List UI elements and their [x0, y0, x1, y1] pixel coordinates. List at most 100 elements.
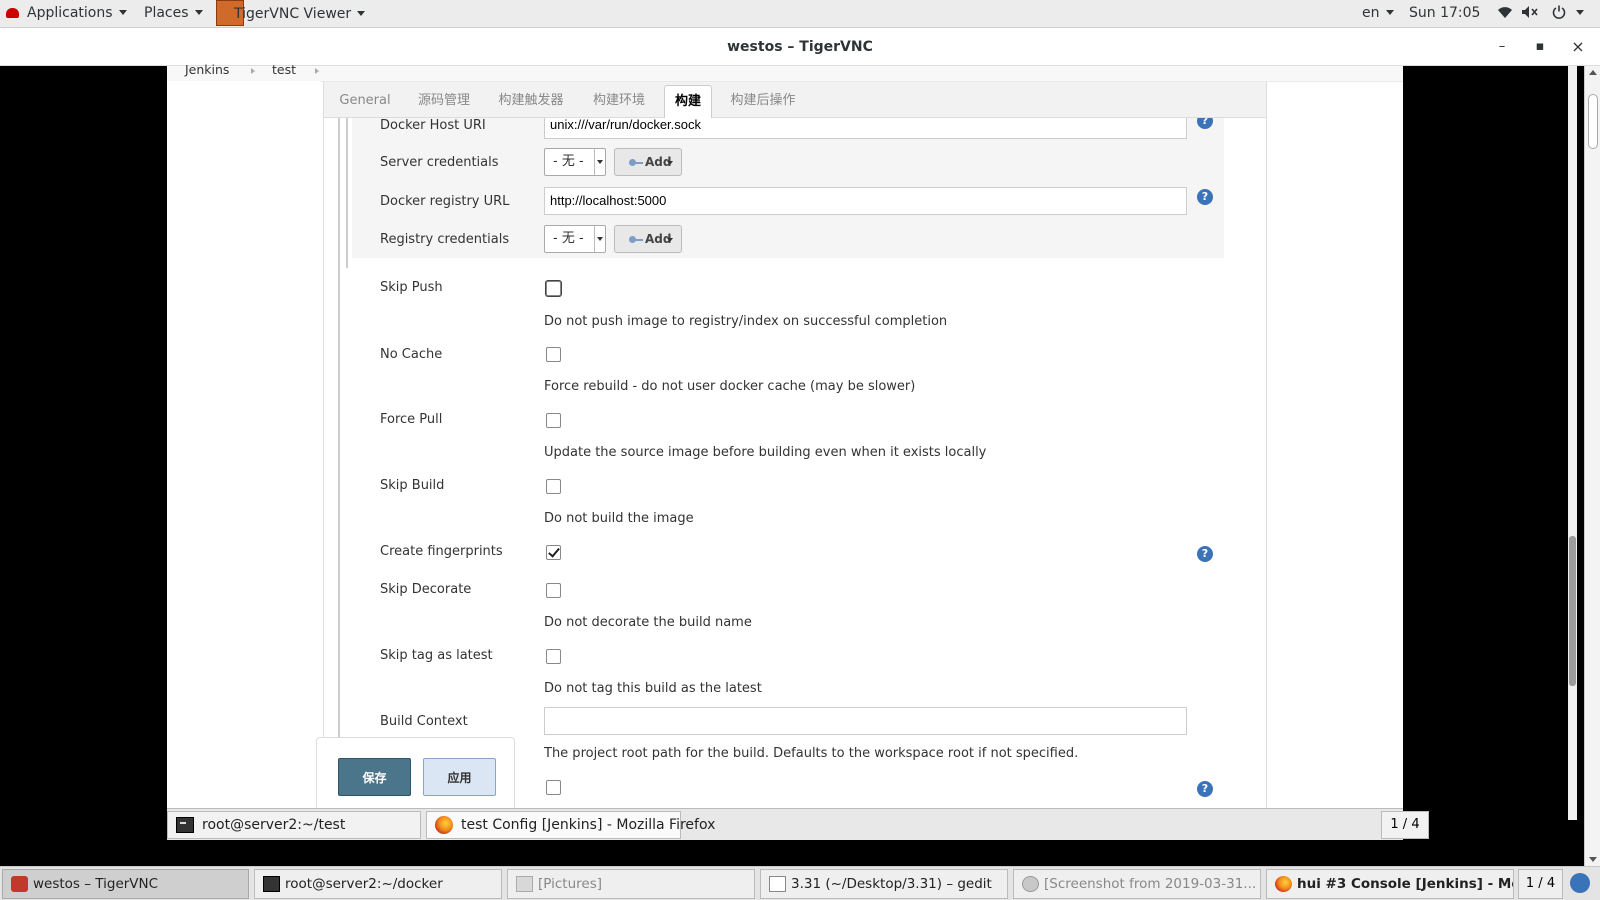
- breadcrumb-arrow-icon[interactable]: [251, 68, 255, 74]
- firefox-icon: [1275, 876, 1292, 892]
- volume-muted-icon: [1522, 6, 1539, 18]
- clock[interactable]: Sun 17:05: [1409, 0, 1480, 28]
- skip-decorate-checkbox[interactable]: [546, 583, 561, 598]
- minimize-button[interactable]: –: [1487, 28, 1517, 66]
- language-label: en: [1362, 5, 1380, 21]
- maximize-button[interactable]: ▪: [1525, 28, 1555, 66]
- apply-button[interactable]: 应用: [423, 758, 496, 796]
- breadcrumb-test[interactable]: test: [272, 62, 296, 78]
- host-task-terminal[interactable]: root@server2:~/docker: [254, 869, 502, 899]
- server-credentials-label: Server credentials: [380, 155, 499, 170]
- build-context-label: Build Context: [380, 714, 468, 729]
- host-task-screenshot[interactable]: [Screenshot from 2019-03-31...: [1013, 869, 1261, 899]
- skip-build-checkbox[interactable]: [546, 479, 561, 494]
- host-workspace-pager[interactable]: 1 / 4: [1518, 869, 1563, 899]
- save-button[interactable]: 保存: [338, 758, 411, 796]
- chevron-down-icon: [594, 226, 605, 252]
- help-icon[interactable]: ?: [1197, 189, 1213, 205]
- tab-general[interactable]: General: [330, 83, 400, 118]
- create-fingerprints-label: Create fingerprints: [380, 544, 503, 559]
- chevron-down-icon: [667, 238, 673, 242]
- terminal-icon: [176, 817, 194, 833]
- no-cache-checkbox[interactable]: [546, 347, 561, 362]
- chevron-down-icon: [194, 10, 203, 15]
- remote-desktop[interactable]: Jenkins test General 源码管理 构建触发器 构建环境 构建 …: [0, 62, 1600, 866]
- page-scrollbar[interactable]: [1568, 66, 1577, 820]
- section-border: [346, 118, 348, 268]
- docker-host-uri-label: Docker Host URI: [380, 118, 486, 133]
- breadcrumb: Jenkins test: [167, 62, 1403, 82]
- close-button[interactable]: ×: [1563, 28, 1593, 66]
- tab-source-management[interactable]: 源码管理: [408, 83, 480, 118]
- no-cache-label: No Cache: [380, 347, 443, 362]
- remote-task-terminal-label: root@server2:~/test: [202, 817, 346, 833]
- server-credentials-value: - 无 -: [553, 154, 584, 169]
- language-menu[interactable]: en: [1362, 0, 1394, 28]
- skip-tag-latest-checkbox[interactable]: [546, 649, 561, 664]
- build-step-form: Docker Host URI unix:///var/run/docker.s…: [323, 118, 1267, 820]
- power-icon: [1552, 5, 1566, 19]
- firefox-icon: [435, 816, 453, 834]
- help-icon[interactable]: ?: [1197, 546, 1213, 562]
- tab-post-build-actions[interactable]: 构建后操作: [720, 83, 806, 118]
- places-label: Places: [144, 5, 189, 21]
- host-task-firefox[interactable]: hui #3 Console [Jenkins] - Mozil...: [1266, 869, 1514, 899]
- docker-host-uri-input[interactable]: unix:///var/run/docker.sock: [544, 118, 1187, 139]
- app-menu[interactable]: TigerVNC Viewer: [216, 0, 366, 28]
- chevron-down-icon: [357, 11, 366, 16]
- host-task-label: root@server2:~/docker: [285, 876, 443, 892]
- create-fingerprints-checkbox[interactable]: [546, 545, 561, 560]
- text-editor-icon: [769, 876, 786, 892]
- help-icon[interactable]: ?: [1197, 781, 1213, 797]
- host-task-label: hui #3 Console [Jenkins] - Mozil...: [1297, 876, 1513, 892]
- breadcrumb-arrow-icon[interactable]: [315, 68, 319, 74]
- page-scrollbar-thumb[interactable]: [1569, 536, 1576, 686]
- breadcrumb-jenkins[interactable]: Jenkins: [185, 62, 229, 78]
- folder-icon: [516, 876, 533, 892]
- skip-push-checkbox[interactable]: [546, 281, 561, 296]
- vnc-scrollbar-thumb[interactable]: [1588, 94, 1598, 149]
- skip-decorate-label: Skip Decorate: [380, 582, 472, 597]
- left-panel: [167, 81, 320, 820]
- host-task-gedit[interactable]: 3.31 (~/Desktop/3.31) – gedit: [760, 869, 1008, 899]
- vnc-scrollbar[interactable]: [1584, 66, 1600, 866]
- skip-build-label: Skip Build: [380, 478, 445, 493]
- registry-credentials-value: - 无 -: [553, 231, 584, 246]
- skip-tag-latest-label: Skip tag as latest: [380, 648, 493, 663]
- remote-task-firefox[interactable]: test Config [Jenkins] - Mozilla Firefox: [426, 811, 715, 839]
- tab-build-triggers[interactable]: 构建触发器: [488, 83, 574, 118]
- skip-tag-latest-description: Do not tag this build as the latest: [544, 681, 762, 696]
- host-task-pictures[interactable]: [Pictures]: [507, 869, 755, 899]
- app-name-label: TigerVNC Viewer: [234, 6, 352, 22]
- window-titlebar[interactable]: westos – TigerVNC – ▪ ×: [0, 28, 1600, 66]
- key-icon: [629, 235, 643, 244]
- firefox-window: Jenkins test General 源码管理 构建触发器 构建环境 构建 …: [167, 62, 1577, 820]
- skip-build-description: Do not build the image: [544, 511, 694, 526]
- additional-option-checkbox[interactable]: [546, 780, 561, 795]
- no-cache-description: Force rebuild - do not user docker cache…: [544, 379, 916, 394]
- server-credentials-select[interactable]: - 无 -: [544, 148, 606, 176]
- scroll-down-icon[interactable]: [1589, 857, 1597, 862]
- workspace-pager[interactable]: 1 / 4: [1381, 811, 1429, 839]
- host-task-tigervnc[interactable]: westos – TigerVNC: [2, 869, 249, 899]
- registry-credentials-label: Registry credentials: [380, 232, 510, 247]
- chevron-down-icon: [1576, 10, 1585, 15]
- build-context-input[interactable]: [544, 707, 1187, 735]
- skip-push-description: Do not push image to registry/index on s…: [544, 314, 948, 329]
- server-credentials-add-button[interactable]: Add: [614, 148, 682, 176]
- applications-menu[interactable]: Applications: [6, 0, 127, 28]
- registry-credentials-select[interactable]: - 无 -: [544, 225, 606, 253]
- force-pull-checkbox[interactable]: [546, 413, 561, 428]
- docker-registry-url-input[interactable]: http://localhost:5000: [544, 187, 1187, 215]
- config-tabs: General 源码管理 构建触发器 构建环境 构建 构建后操作: [323, 82, 1267, 119]
- system-menu[interactable]: [1497, 0, 1585, 28]
- tab-build[interactable]: 构建: [664, 85, 712, 119]
- force-pull-description: Update the source image before building …: [544, 445, 987, 460]
- places-menu[interactable]: Places: [144, 0, 203, 28]
- remote-task-terminal[interactable]: root@server2:~/test: [167, 811, 421, 839]
- notification-icon[interactable]: [1570, 873, 1590, 893]
- chevron-down-icon: [118, 10, 127, 15]
- registry-credentials-add-button[interactable]: Add: [614, 225, 682, 253]
- scroll-up-icon[interactable]: [1589, 70, 1597, 75]
- tab-build-environment[interactable]: 构建环境: [582, 83, 656, 118]
